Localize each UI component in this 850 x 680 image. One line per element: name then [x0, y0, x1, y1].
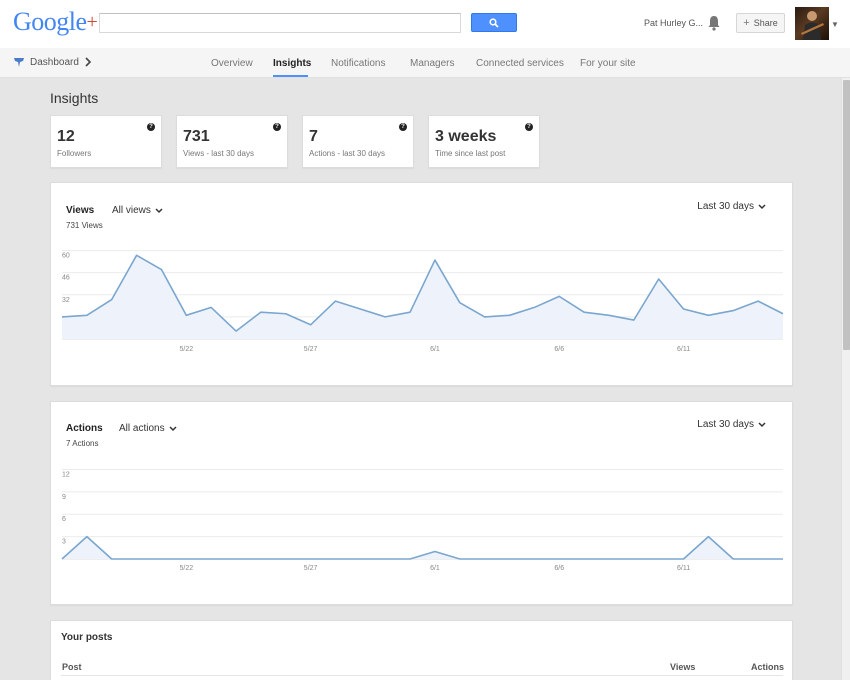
y-tick-label: 9 [62, 494, 66, 501]
stat-value: 3 weeks [435, 128, 497, 145]
x-tick-label: 6/11 [677, 346, 690, 353]
top-bar: Google+ Pat Hurley G... + Share ▼ [0, 0, 850, 48]
stat-label: Actions - last 30 days [309, 149, 386, 158]
x-tick-label: 5/22 [179, 346, 193, 353]
x-tick-label: 6/6 [554, 346, 564, 353]
avatar-photo-icon [801, 11, 824, 40]
scrollbar-thumb[interactable] [843, 80, 850, 350]
column-header-actions[interactable]: Actions [751, 662, 784, 672]
user-name[interactable]: Pat Hurley G... [644, 18, 703, 28]
plus-icon: + [743, 17, 750, 29]
stat-value: 12 [57, 128, 75, 145]
logo-text: Google [13, 7, 87, 36]
stat-card-views: 731 Views - last 30 days ? [176, 115, 288, 168]
divider [61, 675, 783, 676]
tab-notifications[interactable]: Notifications [331, 58, 385, 69]
y-tick-label: 3 [62, 539, 66, 546]
stat-label: Views - last 30 days [183, 149, 254, 158]
series-area [62, 255, 783, 339]
stat-label: Followers [57, 149, 92, 158]
help-icon[interactable]: ? [399, 123, 407, 131]
dashboard-label: Dashboard [30, 56, 79, 68]
y-tick-label: 32 [62, 297, 70, 304]
share-button[interactable]: + Share [736, 13, 785, 33]
help-icon[interactable]: ? [273, 123, 281, 131]
tab-connected-services[interactable]: Connected services [476, 58, 564, 69]
avatar[interactable] [795, 7, 829, 40]
search-input[interactable] [99, 13, 461, 33]
tab-insights[interactable]: Insights [273, 58, 311, 69]
posts-title: Your posts [61, 632, 113, 643]
help-icon[interactable]: ? [147, 123, 155, 131]
page-title: Insights [50, 90, 99, 106]
y-tick-label: 12 [62, 471, 70, 478]
y-tick-label: 46 [62, 275, 70, 282]
x-tick-label: 6/1 [430, 565, 440, 572]
x-tick-label: 5/22 [179, 565, 193, 572]
search-button[interactable] [471, 13, 517, 32]
stat-card-actions: 7 Actions - last 30 days ? [302, 115, 414, 168]
views-chart-card: Views All views 731 Views Last 30 days 1… [50, 182, 793, 386]
series-line [61, 535, 783, 560]
x-tick-label: 5/27 [304, 346, 318, 353]
google-plus-logo[interactable]: Google+ [13, 7, 98, 37]
sub-navigation: Dashboard Overview Insights Notification… [0, 48, 850, 78]
tab-for-your-site[interactable]: For your site [580, 58, 636, 69]
logo-plus: + [86, 11, 98, 33]
y-tick-label: 6 [62, 516, 66, 523]
tab-managers[interactable]: Managers [410, 58, 454, 69]
search-icon [489, 17, 499, 28]
notifications-bell-icon[interactable] [707, 15, 721, 31]
active-tab-indicator [273, 75, 308, 77]
stat-value: 731 [183, 128, 210, 145]
stat-card-followers: 12 Followers ? [50, 115, 162, 168]
actions-chart[interactable]: 3 6 9 12 5/22 5/27 6/1 6/6 6/11 [51, 402, 794, 606]
account-dropdown-icon[interactable]: ▼ [831, 20, 839, 29]
x-tick-label: 6/6 [554, 565, 564, 572]
page-scrollbar[interactable] [841, 78, 850, 680]
column-header-post[interactable]: Post [62, 662, 82, 672]
stat-label: Time since last post [435, 149, 506, 158]
dashboard-link[interactable]: Dashboard [13, 56, 92, 68]
stat-card-last-post: 3 weeks Time since last post ? [428, 115, 540, 168]
stat-value: 7 [309, 128, 318, 145]
chevron-right-icon [85, 57, 92, 67]
x-tick-label: 6/11 [677, 565, 690, 572]
help-icon[interactable]: ? [525, 123, 533, 131]
x-tick-label: 6/1 [430, 346, 440, 353]
x-tick-label: 5/27 [304, 565, 318, 572]
share-label: Share [753, 18, 778, 28]
actions-chart-card: Actions All actions 7 Actions Last 30 da… [50, 401, 793, 605]
tab-overview[interactable]: Overview [211, 58, 253, 69]
y-tick-label: 60 [62, 253, 70, 260]
dashboard-shield-icon [14, 58, 24, 67]
posts-card: Your posts Post Views Actions [50, 620, 793, 680]
column-header-views[interactable]: Views [670, 662, 695, 672]
views-chart[interactable]: 183246605/225/276/16/66/11 [51, 183, 794, 387]
